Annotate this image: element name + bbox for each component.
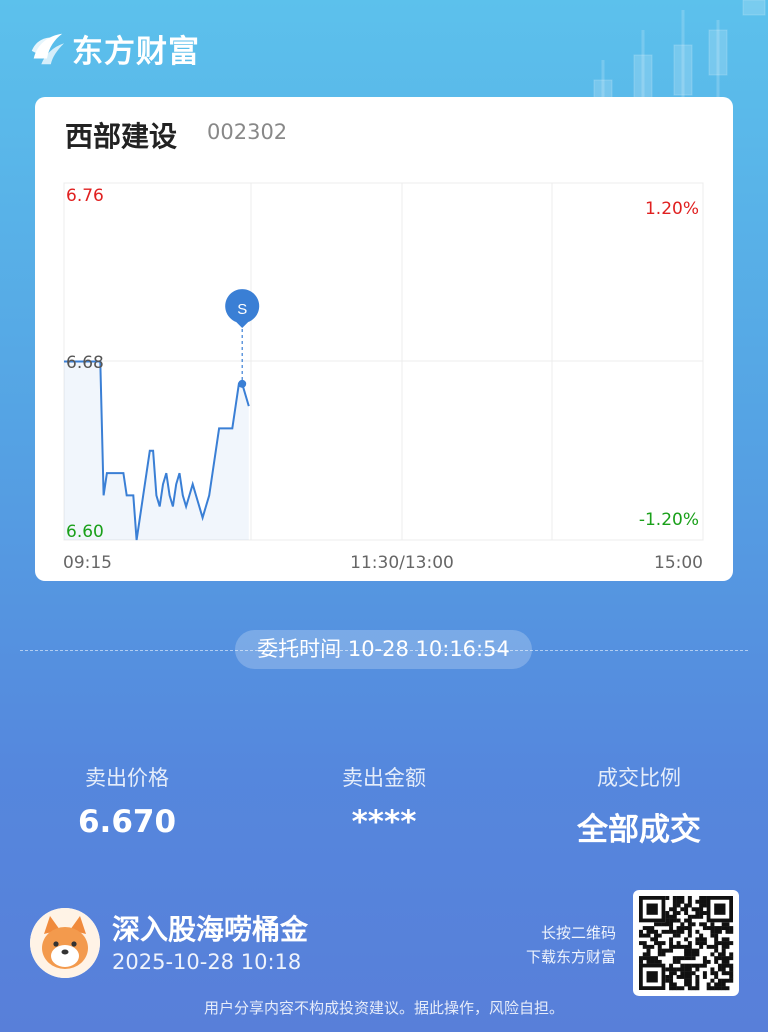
stat-sell-amount: 卖出金额 **** xyxy=(274,762,494,840)
order-time-value: 10-28 10:16:54 xyxy=(347,637,510,661)
shiba-dog-avatar-icon xyxy=(30,908,100,978)
price-mid-label: 6.68 xyxy=(66,353,104,373)
stat-fill-ratio: 成交比例 全部成交 xyxy=(529,762,749,849)
stat-fill-ratio-value: 全部成交 xyxy=(577,812,701,848)
sell-marker: S xyxy=(225,289,260,328)
stat-fill-ratio-label: 成交比例 xyxy=(597,766,681,790)
user-share-time: 2025-10-28 10:18 xyxy=(112,950,302,974)
order-time-label: 委托时间 xyxy=(257,637,342,661)
stat-sell-price: 卖出价格 6.670 xyxy=(17,762,237,840)
price-low-label: 6.60 xyxy=(66,522,104,542)
brand-logo: 东方财富 xyxy=(28,26,200,71)
eastmoney-logo-icon xyxy=(31,33,65,64)
stat-sell-amount-label: 卖出金额 xyxy=(342,766,426,790)
time-label-close: 15:00 xyxy=(654,553,703,573)
time-label-midday: 11:30/13:00 xyxy=(350,553,454,573)
price-high-label: 6.76 xyxy=(66,186,104,206)
qr-hint-line1: 长按二维码 xyxy=(540,924,616,942)
pct-high-label: 1.20% xyxy=(645,199,699,219)
pct-low-label: -1.20% xyxy=(639,510,699,530)
marker-dot xyxy=(238,379,247,388)
disclaimer: 用户分享内容不构成投资建议。据此操作，风险自担。 xyxy=(203,999,564,1017)
user-title: 深入股海唠桶金 xyxy=(112,913,309,946)
qr-hint-line2: 下载东方财富 xyxy=(525,948,616,966)
stock-card: 西部建设 002302 S 6.76 6.68 6.60 1.20% -1.20… xyxy=(35,97,733,581)
sell-marker-label: S xyxy=(237,301,247,318)
intraday-chart: S 6.76 6.68 6.60 1.20% -1.20% 09:15 11:3… xyxy=(63,182,704,573)
order-time-pill: 委托时间 10-28 10:16:54 xyxy=(235,630,532,669)
stat-sell-price-value: 6.670 xyxy=(77,804,177,840)
brand-name: 东方财富 xyxy=(72,34,200,70)
price-area-fill xyxy=(64,361,249,540)
stat-sell-amount-value: **** xyxy=(351,804,417,840)
stat-sell-price-label: 卖出价格 xyxy=(85,766,169,790)
chart-grid xyxy=(63,182,704,541)
time-label-open: 09:15 xyxy=(63,553,112,573)
qr-code-icon[interactable] xyxy=(633,890,739,996)
